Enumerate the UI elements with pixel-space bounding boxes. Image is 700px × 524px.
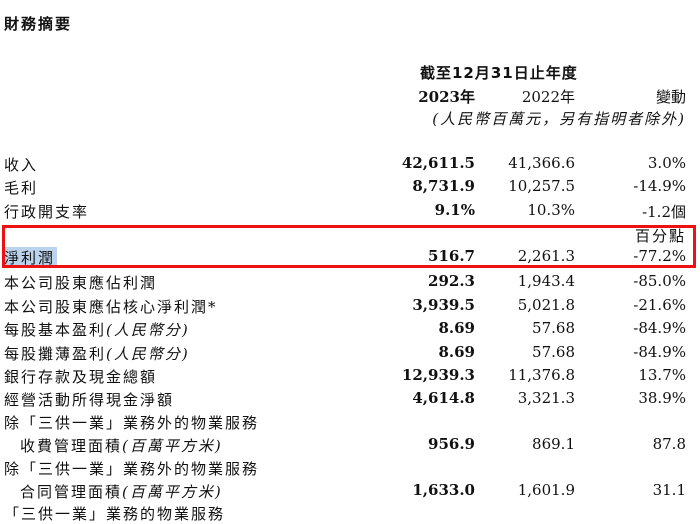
value-change: -85.0% <box>633 272 686 290</box>
value-2022: 57.68 <box>532 319 575 337</box>
value-change: 3.0% <box>647 154 686 172</box>
value-change: 38.9% <box>638 389 686 407</box>
row-label: 銀行存款及現金總額 <box>4 368 158 386</box>
value-change: 87.8 <box>652 435 686 453</box>
value-2023: 956.9 <box>428 435 475 453</box>
table-row: 收入 42,611.5 41,366.6 3.0% <box>0 152 700 175</box>
year-2023-header: 2023年 <box>418 88 475 106</box>
row-label: 每股攤薄盈利(人民幣分) <box>4 345 190 363</box>
value-2023: 8.69 <box>438 343 475 361</box>
row-label: 毛利 <box>4 179 39 197</box>
value-2022: 5,021.8 <box>517 296 575 314</box>
row-label: 合同管理面積(百萬平方米) <box>20 483 223 501</box>
value-2022: 10,257.5 <box>508 177 575 195</box>
row-label: 除「三供一業」業務外的物業服務 <box>4 460 260 478</box>
row-label: 本公司股東應佔核心淨利潤* <box>4 298 218 316</box>
value-2022: 1,601.9 <box>517 481 575 499</box>
row-label: 經營活動所得現金淨額 <box>4 391 175 409</box>
table-row: 收費管理面積(百萬平方米) 956.9 869.1 87.8 <box>0 433 700 456</box>
table-row: 銀行存款及現金總額 12,939.3 11,376.8 13.7% <box>0 364 700 387</box>
value-2023: 12,939.3 <box>401 366 475 384</box>
table-row: 每股基本盈利(人民幣分) 8.69 57.68 -84.9% <box>0 317 700 340</box>
highlight-box <box>2 225 696 268</box>
value-change: -1.2個 <box>642 203 686 221</box>
table-row: 合同管理面積(百萬平方米) 1,633.0 1,601.9 31.1 <box>0 479 700 502</box>
value-change: -84.9% <box>633 319 686 337</box>
value-change: -14.9% <box>633 177 686 195</box>
table-row: 除「三供一業」業務外的物業服務 <box>0 456 700 479</box>
change-header: 變動 <box>655 88 686 106</box>
value-2023: 3,939.5 <box>412 296 475 314</box>
value-2023: 292.3 <box>428 272 475 290</box>
value-2022: 869.1 <box>532 435 575 453</box>
row-label: 「三供一業」業務的物業服務 <box>4 505 226 523</box>
row-label: 收費管理面積(百萬平方米) <box>20 437 223 455</box>
page-title: 財務摘要 <box>4 15 73 33</box>
table-row: 除「三供一業」業務外的物業服務 <box>0 410 700 433</box>
value-change: 31.1 <box>652 481 686 499</box>
year-2022-header: 2022年 <box>521 88 575 106</box>
table-row: 經營活動所得現金淨額 4,614.8 3,321.3 38.9% <box>0 387 700 410</box>
table-row: 每股攤薄盈利(人民幣分) 8.69 57.68 -84.9% <box>0 341 700 364</box>
table-row: 行政開支率 9.1% 10.3% -1.2個 <box>0 199 700 222</box>
row-label: 行政開支率 <box>4 203 90 221</box>
value-2023: 4,614.8 <box>412 389 475 407</box>
value-2022: 1,943.4 <box>517 272 575 290</box>
value-2023: 8,731.9 <box>412 177 475 195</box>
row-label: 每股基本盈利(人民幣分) <box>4 321 190 339</box>
value-2022: 11,376.8 <box>508 366 575 384</box>
value-change: 13.7% <box>638 366 686 384</box>
value-2023: 1,633.0 <box>412 481 475 499</box>
table-row: 毛利 8,731.9 10,257.5 -14.9% <box>0 175 700 198</box>
value-2023: 8.69 <box>438 319 475 337</box>
table-row: 本公司股東應佔核心淨利潤* 3,939.5 5,021.8 -21.6% <box>0 294 700 317</box>
period-header: 截至12月31日止年度 <box>420 64 578 82</box>
unit-note: (人民幣百萬元，另有指明者除外) <box>432 110 686 128</box>
value-2022: 10.3% <box>527 201 575 219</box>
table-row: 「三供一業」業務的物業服務 <box>0 501 700 524</box>
row-label: 收入 <box>4 156 39 174</box>
value-2022: 41,366.6 <box>508 154 575 172</box>
value-change: -84.9% <box>633 343 686 361</box>
table-row: 本公司股東應佔利潤 292.3 1,943.4 -85.0% <box>0 270 700 293</box>
value-2022: 57.68 <box>532 343 575 361</box>
value-change: -21.6% <box>633 296 686 314</box>
row-label: 本公司股東應佔利潤 <box>4 274 158 292</box>
value-2023: 42,611.5 <box>401 154 475 172</box>
row-label: 除「三供一業」業務外的物業服務 <box>4 414 260 432</box>
value-2022: 3,321.3 <box>517 389 575 407</box>
value-2023: 9.1% <box>434 201 475 219</box>
